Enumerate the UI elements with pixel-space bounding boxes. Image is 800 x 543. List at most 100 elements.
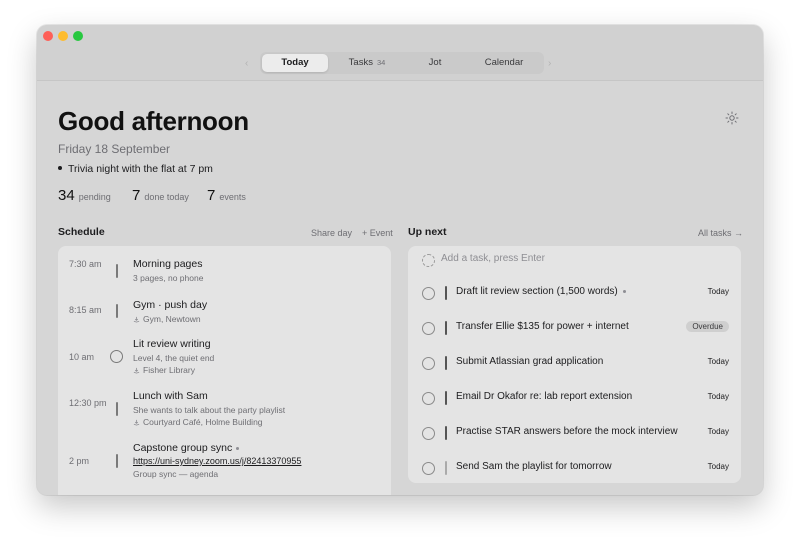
event-status-ring-icon[interactable] (110, 350, 123, 363)
task-checkbox[interactable] (422, 462, 435, 475)
add-task-ring-icon (422, 254, 435, 267)
task-checkbox[interactable] (422, 322, 435, 335)
meeting-link[interactable]: https://uni-sydney.zoom.us/j/82413370955 (133, 456, 301, 466)
event-title: Morning pages (133, 258, 203, 270)
task-due-label: Today (707, 427, 729, 436)
share-day-button[interactable]: Share day (311, 228, 352, 238)
recurring-dot-icon (236, 446, 240, 450)
greeting-title: Good afternoon (58, 106, 249, 136)
sun-icon[interactable] (725, 111, 739, 125)
event-title: Capstone group sync (133, 442, 240, 454)
up-next-heading: Up next (408, 226, 447, 238)
task-overdue-badge: Overdue (686, 321, 729, 332)
event-marker (116, 304, 118, 318)
event-location: Courtyard Café, Holme Building (133, 417, 263, 427)
event-title: Lit review writing (133, 338, 211, 350)
event-marker (116, 402, 118, 416)
task-priority-marker (445, 426, 447, 440)
date-label: Friday 18 September (58, 142, 171, 156)
task-row[interactable]: Email Dr Okafor re: lab report extension… (408, 389, 741, 409)
task-checkbox[interactable] (422, 287, 435, 300)
stat-pending: 34 pending (58, 187, 111, 205)
tab-calendar[interactable]: Calendar (468, 54, 540, 72)
event-location: Gym, Newtown (133, 314, 201, 324)
zoom-window-button[interactable] (73, 31, 83, 41)
task-row[interactable]: Draft lit review section (1,500 words) T… (408, 284, 741, 304)
event-location-text: Gym, Newtown (143, 314, 201, 324)
add-event-button[interactable]: + Event (362, 228, 393, 238)
day-note: Trivia night with the flat at 7 pm (58, 163, 213, 175)
tab-today[interactable]: Today (262, 54, 328, 72)
chevron-right-icon[interactable]: › (548, 58, 551, 69)
task-row[interactable]: Submit Atlassian grad application Today (408, 354, 741, 374)
task-due-label: Today (707, 287, 729, 296)
day-note-text: Trivia night with the flat at 7 pm (68, 163, 213, 175)
tab-label: Today (281, 57, 309, 68)
pin-icon (133, 367, 140, 374)
event-marker (116, 454, 118, 468)
add-task-input[interactable]: Add a task, press Enter (441, 253, 545, 264)
task-title: Send Sam the playlist for tomorrow (456, 461, 612, 472)
schedule-list: 7:30 am Morning pages 3 pages, no phone … (58, 246, 391, 495)
event-subtitle: She wants to talk about the party playli… (133, 405, 286, 415)
event-marker (116, 264, 118, 278)
task-row[interactable]: Practise STAR answers before the mock in… (408, 424, 741, 444)
stat-value: 7 (207, 187, 216, 204)
stat-label: done today (144, 192, 189, 202)
event-location: Fisher Library (133, 365, 195, 375)
view-tab-bar: Today Tasks 34 Jot Calendar (260, 52, 544, 74)
task-title: Practise STAR answers before the mock in… (456, 426, 678, 437)
task-priority-marker (445, 356, 447, 370)
title-bar: ‹ Today Tasks 34 Jot Calendar › (37, 25, 763, 81)
all-tasks-link[interactable]: All tasks → (698, 228, 743, 238)
task-due-label: Today (707, 357, 729, 366)
event-subtitle: Group sync — agenda (133, 469, 219, 479)
task-row[interactable]: Send Sam the playlist for tomorrow Today (408, 459, 741, 479)
task-due-label: Today (707, 392, 729, 401)
task-priority-marker (445, 321, 447, 335)
chevron-left-icon[interactable]: ‹ (245, 58, 248, 69)
bullet-icon (58, 166, 62, 171)
event-time: 12:30 pm (69, 398, 107, 408)
tab-jot[interactable]: Jot (405, 54, 465, 72)
stat-events: 7 events (207, 187, 246, 205)
app-window: ‹ Today Tasks 34 Jot Calendar › Good afte… (37, 25, 763, 495)
pin-icon (133, 316, 140, 323)
stat-label: pending (78, 192, 111, 202)
minimize-window-button[interactable] (58, 31, 68, 41)
stat-value: 7 (132, 187, 141, 204)
event-title-text: Capstone group sync (133, 442, 233, 454)
task-priority-marker (445, 286, 447, 300)
task-checkbox[interactable] (422, 427, 435, 440)
note-dot-icon (622, 289, 626, 293)
task-row[interactable]: Transfer Ellie $135 for power + internet… (408, 319, 741, 339)
tab-label: Calendar (484, 57, 524, 68)
tasks-count-badge: 34 (376, 58, 386, 67)
task-priority-marker (445, 391, 447, 405)
event-title: Gym · push day (133, 299, 208, 311)
event-location-text: Courtyard Café, Holme Building (143, 417, 263, 427)
event-time: 10 am (69, 352, 95, 362)
event-time: 7:30 am (69, 259, 102, 269)
tab-tasks[interactable]: Tasks 34 (334, 54, 400, 72)
pin-icon (133, 419, 140, 426)
stat-done-today: 7 done today (132, 187, 189, 205)
event-subtitle: 3 pages, no phone (133, 273, 204, 283)
event-time: 8:15 am (69, 305, 102, 315)
close-window-button[interactable] (43, 31, 53, 41)
task-title: Transfer Ellie $135 for power + internet (456, 321, 629, 332)
up-next-list: Add a task, press Enter Draft lit review… (408, 246, 741, 483)
task-checkbox[interactable] (422, 392, 435, 405)
task-title: Draft lit review section (1,500 words) (456, 286, 626, 297)
task-checkbox[interactable] (422, 357, 435, 370)
event-time: 2 pm (69, 456, 90, 466)
task-title: Submit Atlassian grad application (456, 356, 604, 367)
event-location-text: Fisher Library (143, 365, 195, 375)
event-title: Lunch with Sam (133, 390, 208, 402)
task-title: Email Dr Okafor re: lab report extension (456, 391, 633, 402)
task-title-text: Draft lit review section (1,500 words) (456, 286, 618, 297)
tab-label: Tasks (348, 57, 373, 68)
event-subtitle: Level 4, the quiet end (133, 353, 215, 363)
stat-label: events (219, 192, 246, 202)
event-meeting-link[interactable]: https://uni-sydney.zoom.us/j/82413370955 (133, 456, 301, 466)
